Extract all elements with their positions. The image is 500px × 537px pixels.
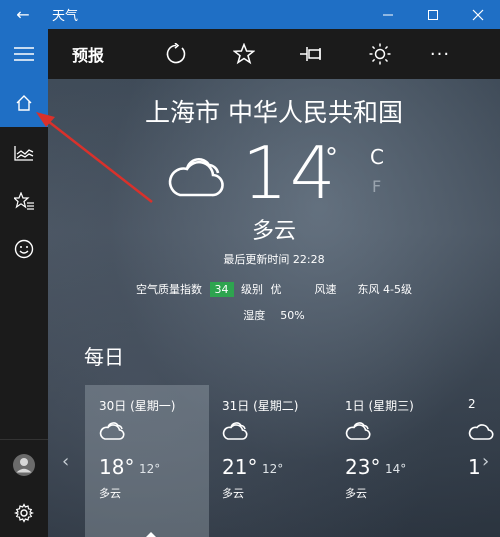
sidebar-divider (0, 439, 48, 440)
selection-notch (145, 532, 157, 537)
sidebar-item-favorites[interactable] (0, 177, 48, 225)
humidity-label: 湿度 (243, 309, 266, 322)
app-title: 天气 (52, 9, 79, 24)
day-date: 2 (468, 397, 476, 411)
day-card[interactable]: 30日 (星期一) 18° 12° 多云 (85, 385, 209, 537)
aqi-badge: 34 (209, 282, 234, 297)
day-card[interactable]: 1日 (星期三) 23° 14° 多云 (331, 385, 455, 537)
sidebar-item-settings[interactable] (0, 489, 48, 537)
sun-icon (369, 43, 391, 65)
wind-value: 东风 4-5级 (357, 283, 412, 296)
sidebar-item-feedback[interactable] (0, 225, 48, 273)
maximize-icon (427, 9, 438, 20)
cloud-icon (168, 158, 224, 197)
aqi-label: 空气质量指数 (136, 283, 203, 296)
level-label: 级别 (241, 283, 264, 296)
day-low: 14° (385, 462, 407, 476)
hamburger-menu-button[interactable] (0, 29, 48, 79)
unit-celsius-button[interactable]: C (370, 145, 384, 169)
hamburger-icon (14, 47, 34, 61)
pin-icon (300, 47, 321, 61)
more-button[interactable]: ··· (414, 29, 466, 79)
day-date: 30日 (星期一) (99, 399, 176, 413)
sidebar-item-account[interactable] (0, 441, 48, 489)
day-date: 1日 (星期三) (345, 399, 414, 413)
user-icon (13, 454, 35, 476)
wind-label: 风速 (314, 283, 337, 296)
close-icon (472, 9, 483, 20)
daily-title: 每日 (84, 345, 124, 369)
main-content: 预报 ··· 上海市 中华人民共和国 14 ° C F 多云 最后更新时间 22… (48, 29, 500, 537)
humidity-value: 50% (280, 309, 305, 322)
last-updated: 最后更新时间 22:28 (223, 253, 325, 266)
minimize-button[interactable] (365, 0, 410, 29)
day-high: 1 (468, 455, 481, 479)
smiley-icon (14, 239, 34, 259)
day-condition: 多云 (345, 487, 367, 500)
location-name: 上海市 中华人民共和国 (145, 98, 403, 127)
current-condition: 多云 (251, 219, 296, 244)
day-low: 12° (262, 462, 284, 476)
gear-icon (14, 503, 34, 523)
more-icon: ··· (429, 43, 451, 65)
day-date: 31日 (星期二) (222, 399, 299, 413)
day-high: 23° (345, 455, 381, 479)
level-value: 优 (270, 283, 282, 296)
weather-details: 空气质量指数 34 级别 优 风速 东风 4-5级 (48, 281, 500, 297)
sidebar-item-historical[interactable] (0, 129, 48, 177)
favorite-button[interactable] (210, 29, 278, 79)
back-button[interactable]: ← (0, 5, 46, 24)
star-icon (233, 43, 255, 65)
sidebar (0, 29, 48, 537)
refresh-button[interactable] (142, 29, 210, 79)
theme-button[interactable] (346, 29, 414, 79)
day-high: 18° (99, 455, 135, 479)
current-temperature: 14 (242, 131, 338, 215)
star-list-icon (14, 192, 34, 210)
daily-forecast: ‹ 30日 (星期一) 18° 12° 多云 31日 (星期二) 21° 12°… (48, 385, 500, 537)
day-card[interactable]: 31日 (星期二) 21° 12° 多云 (208, 385, 332, 537)
day-condition: 多云 (222, 487, 244, 500)
chart-icon (14, 146, 34, 161)
toolbar: 预报 ··· (48, 29, 500, 79)
page-title: 预报 (72, 46, 105, 65)
cloud-icon (468, 424, 494, 440)
day-high: 21° (222, 455, 258, 479)
refresh-icon (166, 43, 186, 64)
pin-button[interactable] (278, 29, 346, 79)
cloud-icon (345, 422, 371, 440)
sidebar-item-home[interactable] (0, 79, 48, 127)
title-bar: ← 天气 (0, 0, 500, 29)
home-icon (16, 95, 32, 111)
maximize-button[interactable] (410, 0, 455, 29)
minimize-icon (382, 14, 393, 15)
day-card[interactable]: 2 1 (454, 385, 500, 537)
day-condition: 多云 (99, 487, 121, 500)
degree-symbol: ° (325, 143, 338, 173)
cloud-icon (222, 422, 248, 440)
prev-days-button[interactable]: ‹ (62, 451, 69, 472)
unit-fahrenheit-button[interactable]: F (372, 177, 381, 196)
close-button[interactable] (455, 0, 500, 29)
next-days-button[interactable]: › (482, 451, 489, 472)
day-low: 12° (139, 462, 161, 476)
cloud-icon (99, 422, 125, 440)
humidity-row: 湿度 50% (48, 307, 500, 323)
current-conditions: 14 ° C F (48, 131, 500, 217)
